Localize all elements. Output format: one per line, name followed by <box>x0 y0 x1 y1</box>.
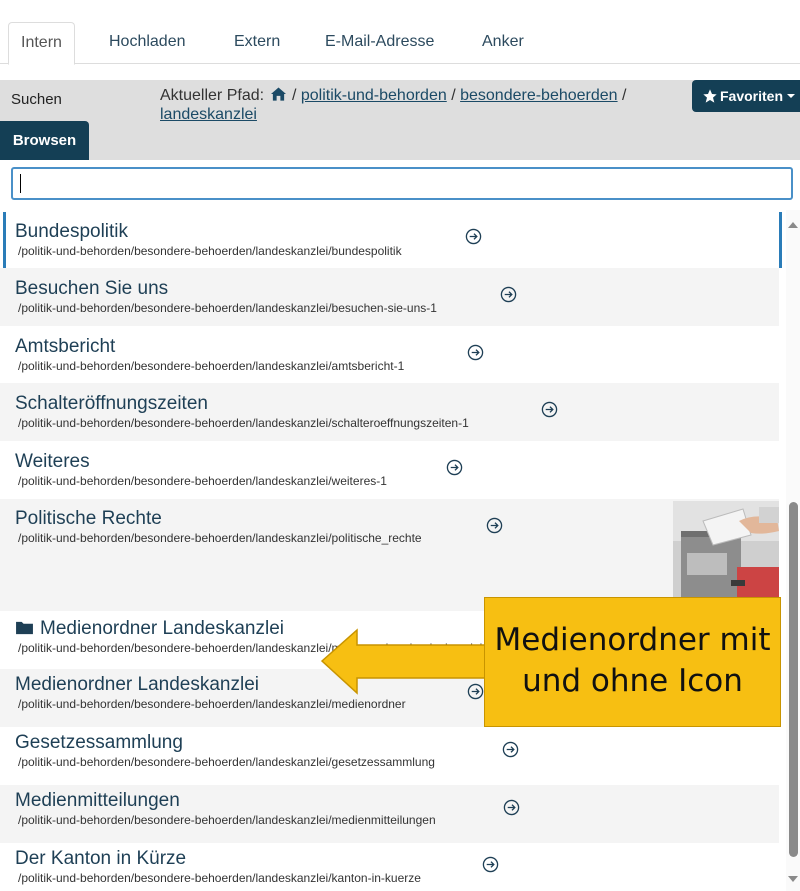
breadcrumb-segment[interactable]: politik-und-behorden <box>301 87 447 104</box>
browse-tab[interactable]: Browsen <box>0 121 89 160</box>
list-item[interactable]: Besuchen Sie uns /politik-und-behorden/b… <box>0 268 779 326</box>
link-browser-dialog: Intern Hochladen Extern E-Mail-Adresse A… <box>0 0 800 891</box>
arrow-right-circle-icon[interactable] <box>467 344 484 361</box>
selection-marker <box>779 212 782 268</box>
callout-line: Medienordner mit <box>494 622 771 658</box>
arrow-right-circle-icon[interactable] <box>465 228 482 245</box>
item-path: /politik-und-behorden/besondere-behoerde… <box>18 359 405 373</box>
tab-intern[interactable]: Intern <box>8 22 75 65</box>
arrow-right-circle-icon[interactable] <box>482 856 499 873</box>
item-path: /politik-und-behorden/besondere-behoerde… <box>18 531 422 545</box>
item-title: Medienordner Landeskanzlei <box>15 674 259 695</box>
item-path: /politik-und-behorden/besondere-behoerde… <box>18 755 435 769</box>
item-title: Weiteres <box>15 451 90 472</box>
tab-hochladen[interactable]: Hochladen <box>97 22 198 64</box>
arrow-right-circle-icon[interactable] <box>502 741 519 758</box>
item-path: /politik-und-behorden/besondere-behoerde… <box>18 871 421 885</box>
filter-input[interactable] <box>11 167 793 200</box>
arrow-right-circle-icon[interactable] <box>541 401 558 418</box>
list-item[interactable]: Amtsbericht /politik-und-behorden/besond… <box>0 326 779 383</box>
text-cursor <box>20 174 21 193</box>
item-thumbnail-image <box>673 501 779 607</box>
chevron-down-icon <box>787 94 796 98</box>
list-item[interactable]: Weiteres /politik-und-behorden/besondere… <box>0 441 779 499</box>
callout-text: Medienordner mit und ohne Icon <box>484 620 781 702</box>
folder-icon <box>16 621 33 635</box>
list-item[interactable]: Politische Rechte /politik-und-behorden/… <box>0 499 779 611</box>
item-title: Bundespolitik <box>15 221 129 242</box>
item-path: /politik-und-behorden/besondere-behoerde… <box>18 244 402 258</box>
item-title: Amtsbericht <box>15 336 116 357</box>
content-list: Bundespolitik /politik-und-behorden/beso… <box>0 210 786 891</box>
breadcrumb-segment[interactable]: landeskanzlei <box>160 106 257 123</box>
breadcrumb-separator: / <box>451 87 456 104</box>
favorites-label: Favoriten <box>720 88 784 104</box>
item-path: /politik-und-behorden/besondere-behoerde… <box>18 813 436 827</box>
breadcrumb-separator: / <box>622 87 627 104</box>
tab-bar: Intern Hochladen Extern E-Mail-Adresse A… <box>0 0 800 65</box>
callout-arrow <box>320 628 486 695</box>
selection-marker <box>3 212 6 268</box>
item-path: /politik-und-behorden/besondere-behoerde… <box>18 697 406 711</box>
tab-anker[interactable]: Anker <box>470 22 536 64</box>
callout-line: und ohne Icon <box>522 663 743 699</box>
breadcrumb: Aktueller Pfad: / politik-und-behorden /… <box>160 86 680 124</box>
item-path: /politik-und-behorden/besondere-behoerde… <box>18 301 437 315</box>
item-title: Politische Rechte <box>15 508 162 529</box>
scroll-up-arrow-icon[interactable] <box>788 222 798 228</box>
item-title: Schalteröffnungszeiten <box>15 393 208 414</box>
item-path: /politik-und-behorden/besondere-behoerde… <box>18 416 469 430</box>
breadcrumb-separator: / <box>291 87 297 104</box>
scroll-down-arrow-icon[interactable] <box>788 876 798 882</box>
item-title: Der Kanton in Kürze <box>15 848 187 869</box>
tab-extern[interactable]: Extern <box>222 22 292 64</box>
arrow-right-circle-icon[interactable] <box>486 517 503 534</box>
item-title: Besuchen Sie uns <box>15 278 169 299</box>
star-icon <box>703 89 717 103</box>
home-icon[interactable] <box>270 87 286 101</box>
list-item[interactable]: Der Kanton in Kürze /politik-und-behorde… <box>0 843 779 891</box>
item-title-text: Medienordner Landeskanzlei <box>40 618 284 639</box>
breadcrumb-segment[interactable]: besondere-behoerden <box>460 87 617 104</box>
item-title: Medienordner Landeskanzlei <box>15 618 284 640</box>
item-path: /politik-und-behorden/besondere-behoerde… <box>18 474 387 488</box>
list-item[interactable]: Schalteröffnungszeiten /politik-und-beho… <box>0 383 779 441</box>
list-item[interactable]: Bundespolitik /politik-und-behorden/beso… <box>0 210 782 268</box>
item-title: Medienmitteilungen <box>15 790 180 811</box>
arrow-right-circle-icon[interactable] <box>500 286 517 303</box>
item-title: Gesetzessammlung <box>15 732 183 753</box>
arrow-right-circle-icon[interactable] <box>446 459 463 476</box>
arrow-right-circle-icon[interactable] <box>503 799 520 816</box>
scrollbar-thumb[interactable] <box>789 502 798 857</box>
tab-email-adresse[interactable]: E-Mail-Adresse <box>313 22 446 64</box>
list-item[interactable]: Medienmitteilungen /politik-und-behorden… <box>0 785 779 843</box>
breadcrumb-label: Aktueller Pfad: <box>160 87 265 104</box>
favorites-button[interactable]: Favoriten <box>692 80 800 112</box>
list-item[interactable]: Gesetzessammlung /politik-und-behorden/b… <box>0 727 779 785</box>
search-tab[interactable]: Suchen <box>11 91 62 108</box>
